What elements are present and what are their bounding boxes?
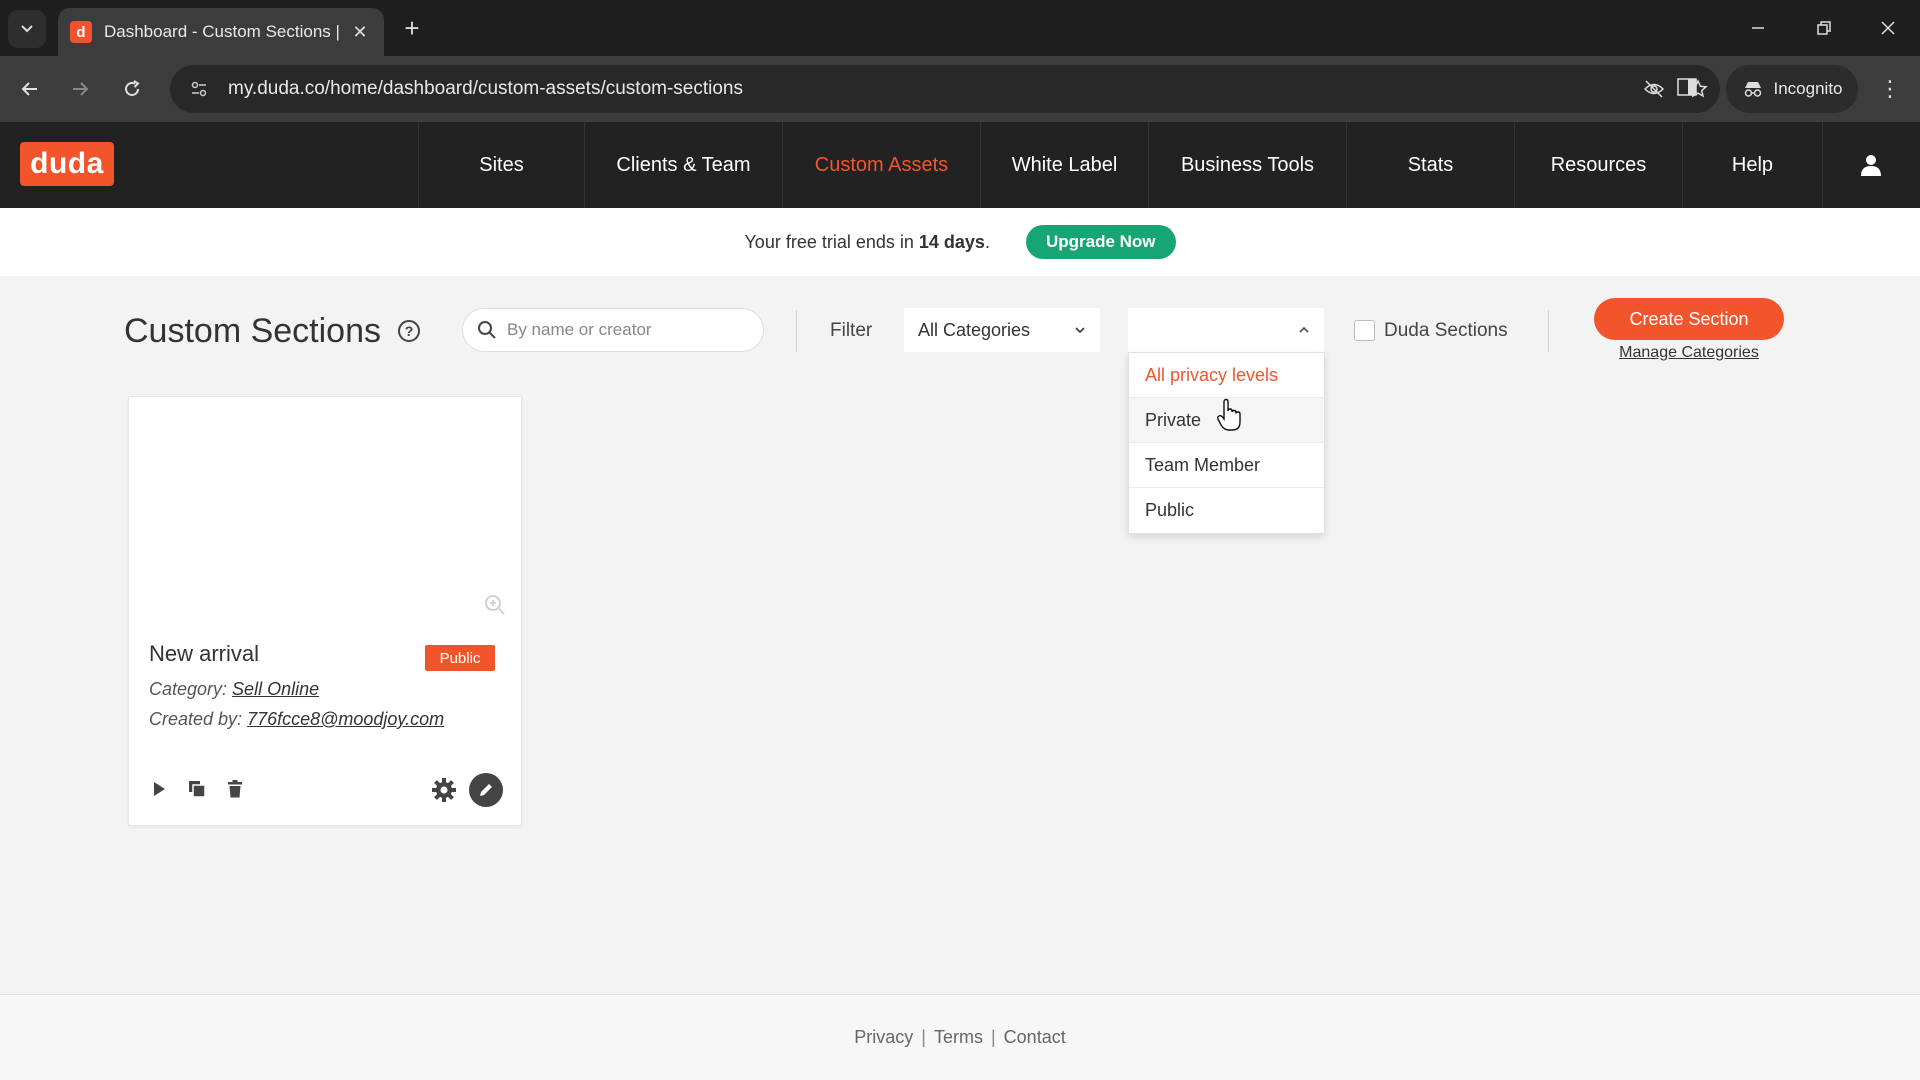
nav-sites[interactable]: Sites (418, 122, 584, 208)
manage-categories-link[interactable]: Manage Categories (1594, 344, 1784, 362)
new-tab-plus-icon[interactable]: + (396, 12, 428, 44)
zoom-in-icon[interactable] (483, 593, 507, 617)
category-select-value: All Categories (918, 319, 1031, 340)
back-arrow-icon[interactable] (14, 73, 46, 105)
eye-off-icon[interactable] (1632, 73, 1676, 105)
duda-logo[interactable]: duda (20, 142, 114, 186)
creator-link[interactable]: 776fcce8@moodjoy.com (247, 709, 444, 729)
app-header: duda Sites Clients & Team Custom Assets … (0, 122, 1920, 208)
incognito-profile-button[interactable]: Incognito (1726, 65, 1858, 113)
hand-cursor-icon (1216, 398, 1241, 431)
trial-text: Your free trial ends in 14 days. (744, 231, 990, 252)
tab-search-button[interactable] (8, 10, 46, 48)
filter-label: Filter (830, 320, 873, 341)
incognito-icon (1744, 82, 1761, 97)
footer-contact-link[interactable]: Contact (1004, 1027, 1066, 1048)
privacy-badge: Public (425, 645, 495, 671)
close-window-icon[interactable] (1868, 12, 1908, 44)
create-section-button[interactable]: Create Section (1594, 298, 1784, 340)
browser-tab-bar: d Dashboard - Custom Sections | ✕ + (0, 0, 1920, 56)
preview-play-icon[interactable] (149, 779, 169, 799)
gear-icon[interactable] (431, 777, 457, 803)
section-preview[interactable] (129, 397, 521, 619)
main-nav: Sites Clients & Team Custom Assets White… (418, 122, 1918, 208)
duplicate-icon[interactable] (187, 779, 207, 799)
nav-business-tools[interactable]: Business Tools (1148, 122, 1346, 208)
duda-sections-label: Duda Sections (1384, 320, 1508, 341)
chevron-up-icon (1299, 326, 1309, 333)
site-settings-icon[interactable] (184, 74, 214, 104)
section-category: Category: Sell Online (149, 679, 320, 699)
search-icon (478, 321, 496, 339)
search-input[interactable] (507, 320, 747, 340)
upgrade-now-button[interactable]: Upgrade Now (1025, 225, 1176, 259)
nav-custom-assets[interactable]: Custom Assets (782, 122, 980, 208)
nav-white-label[interactable]: White Label (980, 122, 1148, 208)
toolbar-divider-2 (1548, 310, 1549, 352)
category-link[interactable]: Sell Online (232, 679, 319, 699)
search-box[interactable] (462, 308, 764, 352)
forward-arrow-icon[interactable] (64, 73, 96, 105)
chevron-down-icon (21, 25, 33, 33)
help-question-icon[interactable]: ? (398, 320, 420, 342)
duda-favicon-icon: d (70, 21, 92, 43)
card-actions (149, 779, 245, 799)
nav-stats[interactable]: Stats (1346, 122, 1514, 208)
nav-help[interactable]: Help (1682, 122, 1822, 208)
trial-banner: Your free trial ends in 14 days. Upgrade… (0, 208, 1920, 276)
footer-separator: | (990, 1027, 996, 1047)
browser-menu-icon[interactable]: ⋮ (1874, 73, 1906, 105)
restore-icon[interactable] (1804, 12, 1844, 44)
page-title: Custom Sections (124, 312, 381, 350)
toolbar-divider (796, 310, 797, 352)
edit-pencil-button[interactable] (469, 773, 503, 807)
privacy-dropdown-menu: All privacy levels Private Team Member P… (1128, 352, 1325, 534)
chevron-down-icon (1075, 327, 1085, 334)
trial-days: 14 days (918, 231, 985, 252)
privacy-option-all[interactable]: All privacy levels (1129, 353, 1324, 398)
nav-resources[interactable]: Resources (1514, 122, 1682, 208)
category-select[interactable]: All Categories (904, 308, 1100, 352)
reload-icon[interactable] (116, 73, 148, 105)
trash-icon[interactable] (225, 779, 245, 799)
browser-tab[interactable]: d Dashboard - Custom Sections | ✕ (58, 8, 384, 56)
tab-close-icon[interactable]: ✕ (348, 22, 372, 43)
privacy-option-team-member[interactable]: Team Member (1129, 443, 1324, 488)
url-text: my.duda.co/home/dashboard/custom-assets/… (228, 78, 743, 99)
section-card[interactable]: New arrival Public Category: Sell Online… (128, 396, 522, 826)
privacy-option-public[interactable]: Public (1129, 488, 1324, 533)
duda-sections-checkbox[interactable] (1354, 320, 1375, 341)
footer-privacy-link[interactable]: Privacy (854, 1027, 913, 1048)
privacy-select[interactable] (1128, 308, 1324, 352)
profile-label: Incognito (1773, 79, 1843, 98)
user-icon (1860, 155, 1881, 176)
footer-separator: | (921, 1027, 926, 1047)
minimize-icon[interactable] (1738, 12, 1778, 44)
section-name: New arrival (149, 641, 260, 666)
user-account-button[interactable] (1822, 122, 1918, 208)
browser-toolbar: my.duda.co/home/dashboard/custom-assets/… (0, 56, 1920, 122)
page-footer: Privacy | Terms | Contact (0, 994, 1920, 1080)
address-bar[interactable]: my.duda.co/home/dashboard/custom-assets/… (170, 65, 1720, 113)
tab-title: Dashboard - Custom Sections | (104, 22, 340, 41)
pencil-icon (480, 784, 492, 796)
nav-clients-team[interactable]: Clients & Team (584, 122, 782, 208)
side-panel-toggle[interactable] (1676, 76, 1702, 102)
section-creator: Created by: 776fcce8@moodjoy.com (149, 709, 445, 729)
footer-terms-link[interactable]: Terms (934, 1027, 983, 1048)
